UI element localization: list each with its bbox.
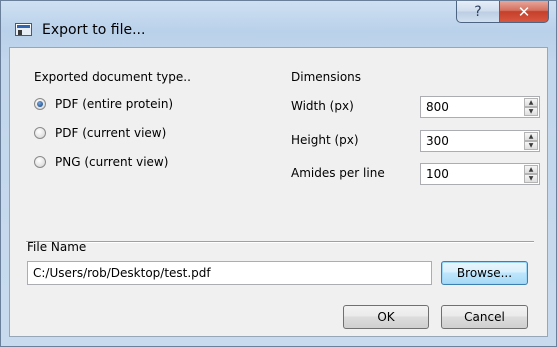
help-button[interactable]: ? [456, 1, 500, 23]
spin-down-arrow-icon[interactable]: ▼ [524, 174, 538, 183]
radio-unselected-icon[interactable] [34, 127, 46, 139]
amides-per-line-label: Amides per line [291, 166, 385, 180]
spin-up-arrow-icon[interactable]: ▲ [524, 98, 538, 107]
amides-per-line-value[interactable]: 100 [426, 167, 449, 181]
help-icon: ? [474, 3, 482, 20]
width-spin-buttons: ▲ ▼ [524, 98, 538, 116]
radio-png-current-view[interactable]: PNG (current view) [34, 155, 168, 169]
height-spin-buttons: ▲ ▼ [524, 132, 538, 150]
export-dialog-window: Export to file... ? ✕ Exported document … [0, 0, 557, 347]
height-spinbox[interactable]: 300 ▲ ▼ [420, 130, 540, 152]
window-icon [15, 23, 32, 36]
height-label: Height (px) [291, 133, 359, 147]
radio-label: PNG (current view) [55, 155, 169, 169]
cancel-button[interactable]: Cancel [441, 305, 528, 329]
amides-per-line-spinbox[interactable]: 100 ▲ ▼ [420, 163, 540, 185]
doc-type-heading: Exported document type.. [34, 70, 191, 84]
height-value[interactable]: 300 [426, 134, 449, 148]
dimensions-heading: Dimensions [291, 70, 362, 84]
radio-pdf-current-view[interactable]: PDF (current view) [34, 126, 166, 140]
radio-selected-icon[interactable] [34, 98, 46, 110]
spin-up-arrow-icon[interactable]: ▲ [524, 132, 538, 141]
spin-down-arrow-icon[interactable]: ▼ [524, 107, 538, 116]
radio-unselected-icon[interactable] [34, 156, 46, 168]
width-value[interactable]: 800 [426, 100, 449, 114]
close-icon: ✕ [517, 2, 531, 21]
window-title: Export to file... [42, 22, 146, 38]
width-label: Width (px) [291, 99, 354, 113]
radio-label: PDF (entire protein) [55, 97, 174, 111]
amides-spin-buttons: ▲ ▼ [524, 165, 538, 183]
spin-down-arrow-icon[interactable]: ▼ [524, 141, 538, 150]
close-button[interactable]: ✕ [499, 1, 549, 23]
width-spinbox[interactable]: 800 ▲ ▼ [420, 96, 540, 118]
radio-pdf-entire-protein[interactable]: PDF (entire protein) [34, 97, 173, 111]
ok-button[interactable]: OK [343, 305, 429, 329]
title-bar[interactable]: Export to file... ? ✕ [1, 1, 556, 47]
file-path-input[interactable]: C:/Users/rob/Desktop/test.pdf [27, 261, 432, 285]
browse-button[interactable]: Browse... [441, 261, 528, 285]
file-name-heading: File Name [27, 240, 87, 254]
radio-label: PDF (current view) [55, 126, 167, 140]
section-divider [26, 241, 534, 243]
spin-up-arrow-icon[interactable]: ▲ [524, 165, 538, 174]
dialog-body: Exported document type.. PDF (entire pro… [9, 47, 548, 337]
